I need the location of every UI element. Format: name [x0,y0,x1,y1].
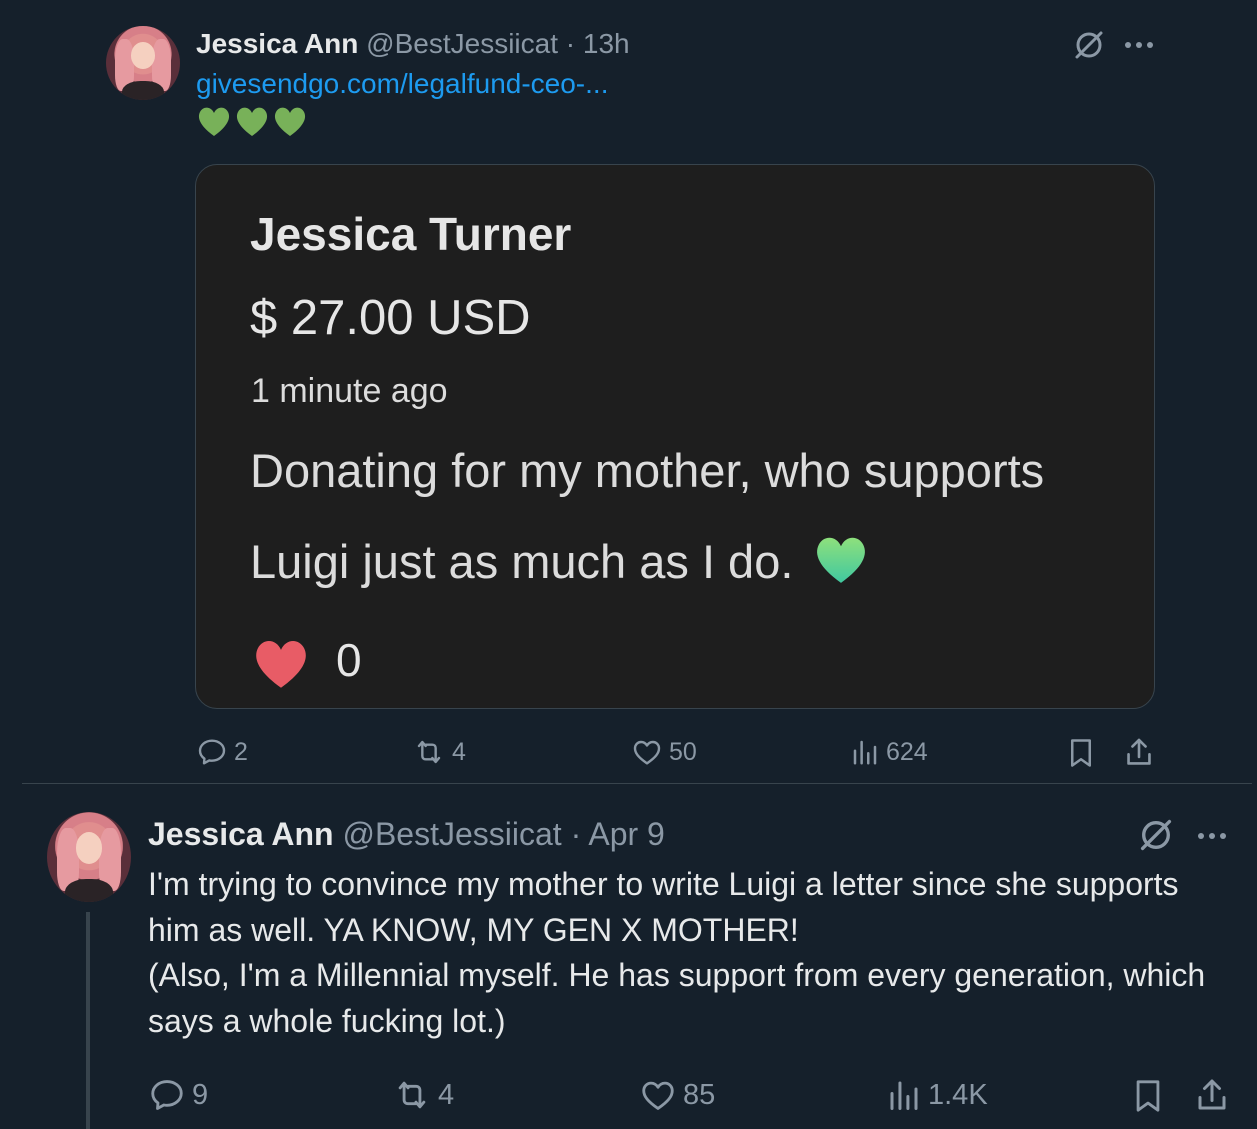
reply-count: 9 [192,1078,209,1111]
reply-icon [198,739,226,765]
author-handle[interactable]: @BestJessiicat [366,28,558,59]
reply-button[interactable]: 9 [148,1076,208,1114]
views-icon [890,1081,918,1110]
separator: · [570,816,582,852]
like-count: 85 [683,1078,716,1111]
tweet-time[interactable]: 13h [583,28,630,59]
green-hearts [196,104,308,138]
tweet-text-line-2: (Also, I'm a Millennial myself. He has s… [148,957,1206,1039]
donation-amount: $ 27.00 USD [250,291,531,345]
share-icon[interactable] [1194,1076,1230,1121]
like-button[interactable]: 85 [639,1076,715,1114]
reply-count: 2 [234,737,248,766]
like-button[interactable]: 50 [631,736,697,768]
repost-button[interactable]: 4 [392,1076,454,1114]
tweet-text: I'm trying to convince my mother to writ… [148,862,1238,1044]
views-count: 624 [886,737,928,766]
author-avatar[interactable] [47,812,131,902]
grok-icon[interactable] [1072,28,1106,67]
tweet-time[interactable]: Apr 9 [588,816,664,852]
bookmark-icon[interactable] [1131,1076,1165,1121]
tweet-text-line-1: I'm trying to convince my mother to writ… [148,866,1179,948]
card-like-count: 0 [336,634,362,686]
repost-icon [398,1081,426,1109]
repost-button[interactable]: 4 [412,736,466,768]
donation-card-image[interactable]: Jessica Turner $ 27.00 USD 1 minute ago … [195,164,1155,709]
repost-count: 4 [452,737,466,766]
views-button[interactable]: 624 [850,736,928,768]
repost-icon [417,740,441,764]
tweet-divider [22,783,1252,784]
views-count: 1.4K [928,1078,988,1111]
views-icon [853,740,877,765]
views-button[interactable]: 1.4K [886,1076,988,1114]
donation-message-text: Donating for my mother, who supports Lui… [250,444,1045,588]
bookmark-icon[interactable] [1066,736,1096,775]
grok-icon[interactable] [1137,816,1175,859]
like-icon [633,740,661,765]
separator: · [565,28,576,59]
card-heart-icon [248,635,314,696]
thread-line [86,912,90,1129]
reply-icon [151,1080,183,1110]
author-name[interactable]: Jessica Ann [196,28,358,59]
tweet-header: Jessica Ann @BestJessiicat · Apr 9 [148,816,665,853]
tweet-header: Jessica Ann @BestJessiicat · 13h [196,28,630,60]
share-icon[interactable] [1123,736,1155,775]
more-icon[interactable] [1196,829,1228,847]
repost-count: 4 [438,1078,455,1111]
author-handle[interactable]: @BestJessiicat [342,816,561,852]
author-avatar[interactable] [106,26,180,100]
like-icon [642,1081,674,1110]
author-name[interactable]: Jessica Ann [148,816,334,852]
green-heart-icon [812,524,870,615]
donation-time: 1 minute ago [251,372,448,410]
reply-button[interactable]: 2 [196,736,248,768]
like-count: 50 [669,737,697,766]
donor-name: Jessica Turner [250,208,572,260]
more-icon[interactable] [1124,38,1154,56]
donation-message: Donating for my mother, who supports Lui… [250,425,1130,615]
external-link[interactable]: givesendgo.com/legalfund-ceo-... [196,68,608,100]
